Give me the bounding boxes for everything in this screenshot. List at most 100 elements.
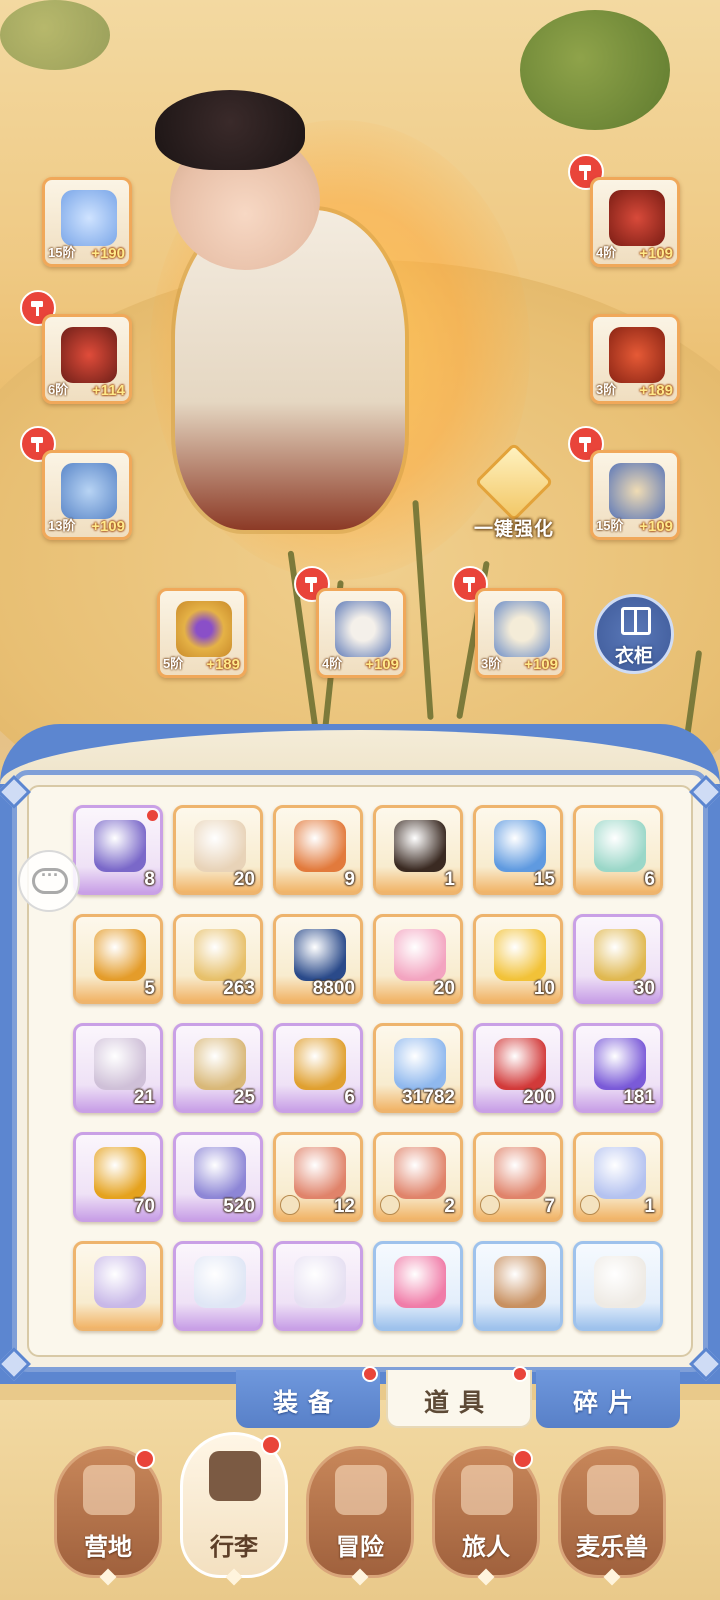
equip-tier: 13阶 [48,518,76,533]
inventory-item[interactable]: 20 [173,805,263,895]
tab-fragments[interactable]: 碎片 [536,1370,680,1428]
inventory-item[interactable]: 200 [473,1023,563,1113]
tree-background [520,10,670,130]
tab-label: 碎片 [572,1389,643,1417]
tab-label: 装备 [272,1389,343,1417]
equip-plus: +189 [639,382,673,399]
equip-slot-weapon[interactable]: 15阶 +190 [42,177,132,267]
inventory-item[interactable]: 70 [73,1132,163,1222]
helmet-icon [609,190,665,246]
equip-plus: +109 [524,656,558,673]
notification-dot [512,1366,528,1382]
type-tag-icon [280,1195,300,1215]
item-quantity: 70 [133,1196,155,1217]
inventory-item[interactable] [173,1241,263,1331]
magnet-icon [494,1038,546,1090]
inventory-item[interactable]: 2 [373,1132,463,1222]
inventory-item[interactable] [473,1241,563,1331]
item-grid: 8 20 9 1 15 6 5 263 8800 20 10 30 21 25 6 31782 200 181 70… [73,805,673,1331]
inventory-item[interactable]: 6 [273,1023,363,1113]
gold-gem-icon [94,1147,146,1199]
item-quantity: 2 [444,1196,455,1217]
item-quantity: 9 [344,869,355,890]
rainbow-crystal-icon [594,820,646,872]
chat-button[interactable] [18,850,80,912]
inventory-item[interactable]: 9 [273,805,363,895]
notification-dot [147,810,158,821]
inventory-item[interactable]: 1 [573,1132,663,1222]
ember-crystal-icon [294,1147,346,1199]
item-icon [94,1256,146,1308]
nav-adventure[interactable]: 冒险 [306,1446,414,1586]
ring-icon [176,601,232,657]
golden-paint-icon [494,929,546,981]
tree-background [0,0,110,70]
inventory-item[interactable]: 181 [573,1023,663,1113]
inventory-item[interactable] [73,1241,163,1331]
nav-camp[interactable]: 营地 [54,1446,162,1586]
equip-tier: 4阶 [596,245,617,260]
nav-traveler[interactable]: 旅人 [432,1446,540,1586]
inventory-item[interactable]: 6 [573,805,663,895]
equip-slot-ring[interactable]: 5阶 +189 [157,588,247,678]
inventory-item[interactable]: 5 [73,914,163,1004]
item-quantity: 20 [233,869,255,890]
inventory-item[interactable] [273,1241,363,1331]
inventory-item[interactable]: 21 [73,1023,163,1113]
item-quantity: 15 [533,869,555,890]
inventory-item[interactable]: 8800 [273,914,363,1004]
item-quantity: 10 [533,978,555,999]
inventory-item[interactable]: 25 [173,1023,263,1113]
ember-crystal-icon [494,1147,546,1199]
nav-label: 冒险 [336,1534,384,1561]
inventory-item[interactable]: 30 [573,914,663,1004]
equip-tier: 15阶 [596,518,624,533]
equip-slot-gloves[interactable]: 3阶 +189 [590,314,680,404]
equip-slot-helmet[interactable]: 4阶 +109 [590,177,680,267]
inventory-item[interactable]: 8 [73,805,163,895]
tab-equipment[interactable]: 装备 [236,1366,380,1428]
inventory-item[interactable]: 31782 [373,1023,463,1113]
upgrade-all-label: 一键强化 [473,519,554,540]
equip-slot-necklace[interactable]: 4阶 +109 [316,588,406,678]
equip-slot-pants[interactable]: 13阶 +109 [42,450,132,540]
crossbow-icon [394,820,446,872]
inventory-item[interactable]: 12 [273,1132,363,1222]
item-quantity: 8800 [312,978,355,999]
inventory-item[interactable]: 10 [473,914,563,1004]
inventory-item[interactable]: 7 [473,1132,563,1222]
amethyst-icon [594,1038,646,1090]
item-quantity: 6 [644,869,655,890]
boots-icon [609,463,665,519]
type-tag-icon [480,1195,500,1215]
chat-icon [32,865,68,894]
equip-plus: +109 [91,518,125,535]
upgrade-all-button[interactable]: 一键强化 [468,442,560,544]
inventory-item[interactable] [373,1241,463,1331]
character-hat [155,90,305,170]
paw-sack-icon [194,1038,246,1090]
inventory-item[interactable]: 15 [473,805,563,895]
wardrobe-button[interactable]: 衣柜 [594,594,674,674]
inventory-item[interactable] [573,1241,663,1331]
inventory-item[interactable]: 20 [373,914,463,1004]
armor-icon [61,327,117,383]
equip-slot-pendant[interactable]: 3阶 +109 [475,588,565,678]
nav-luggage[interactable]: 行李 [180,1432,288,1586]
pudding-icon [594,929,646,981]
equip-plus: +190 [91,245,125,262]
nav-maile-beast[interactable]: 麦乐兽 [558,1446,666,1586]
inventory-item[interactable]: 520 [173,1132,263,1222]
inventory-scroll-area[interactable]: 8 20 9 1 15 6 5 263 8800 20 10 30 21 25 6 31782 200 181 70… [27,785,693,1357]
inventory-item[interactable]: 263 [173,914,263,1004]
type-tag-icon [380,1195,400,1215]
nav-label: 行李 [210,1534,258,1561]
equip-slot-boots[interactable]: 15阶 +109 [590,450,680,540]
inventory-item[interactable]: 1 [373,805,463,895]
potion-icon [194,1256,246,1308]
tab-items[interactable]: 道具 [386,1366,532,1428]
equip-slot-armor[interactable]: 6阶 +114 [42,314,132,404]
nav-label: 旅人 [462,1534,510,1561]
equip-tier: 3阶 [596,382,617,397]
notification-dot [135,1449,155,1469]
